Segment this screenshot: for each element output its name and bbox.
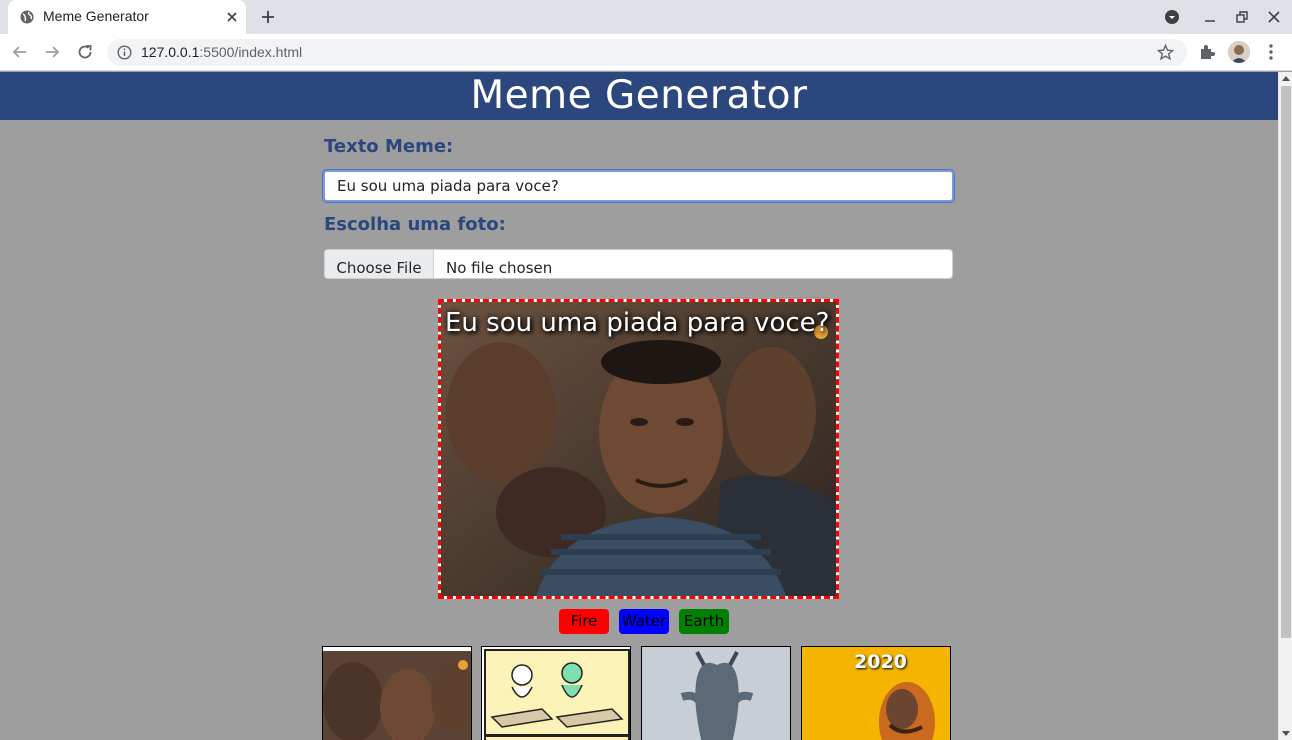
- reload-icon[interactable]: [76, 43, 94, 61]
- thumbnail-image-2: [482, 647, 630, 740]
- meme-photo: [441, 302, 836, 596]
- page-title: Meme Generator: [470, 73, 808, 118]
- meme-thumbnail-2[interactable]: [481, 646, 631, 740]
- extensions-puzzle-icon[interactable]: [1198, 43, 1216, 61]
- address-bar[interactable]: 127.0.0.1:5500/index.html: [107, 39, 1187, 66]
- photo-label: Escolha uma foto:: [324, 214, 506, 235]
- tab-search-icon[interactable]: [1164, 9, 1180, 25]
- meme-container: Eu sou uma piada para voce?: [438, 299, 839, 599]
- url-host: 127.0.0.1: [141, 44, 200, 60]
- scroll-down-arrow-icon[interactable]: [1282, 731, 1290, 736]
- meme-image: Eu sou uma piada para voce?: [441, 302, 836, 596]
- kebab-menu-icon[interactable]: [1264, 43, 1278, 61]
- back-arrow-icon[interactable]: [11, 43, 29, 61]
- browser-tab-bar: Meme Generator: [0, 0, 1292, 34]
- forward-arrow-icon[interactable]: [43, 43, 61, 61]
- window-close-icon[interactable]: [1266, 9, 1282, 25]
- meme-text-input[interactable]: [322, 169, 955, 203]
- page-header: Meme Generator: [0, 72, 1278, 120]
- info-icon[interactable]: [117, 45, 132, 60]
- file-status: No file chosen: [446, 259, 553, 277]
- url-path: :5500/index.html: [199, 44, 303, 60]
- url-text: 127.0.0.1:5500/index.html: [141, 44, 302, 60]
- new-tab-icon[interactable]: [260, 9, 276, 25]
- globe-icon: [20, 10, 34, 24]
- meme-thumbnail-4[interactable]: 2020: [801, 646, 951, 740]
- scroll-up-arrow-icon[interactable]: [1282, 76, 1290, 81]
- meme-text-label: Texto Meme:: [324, 136, 454, 157]
- thumbnail-image-1: [323, 647, 471, 740]
- vertical-scrollbar[interactable]: [1278, 72, 1292, 740]
- restore-icon[interactable]: [1234, 9, 1250, 25]
- choose-file-button[interactable]: Choose File: [325, 250, 434, 278]
- meme-thumbnail-3[interactable]: [641, 646, 791, 740]
- water-button[interactable]: Water: [619, 609, 669, 634]
- browser-tab[interactable]: Meme Generator: [8, 0, 246, 34]
- meme-caption: Eu sou uma piada para voce?: [445, 308, 830, 338]
- close-icon[interactable]: [224, 9, 240, 25]
- profile-avatar[interactable]: [1228, 41, 1250, 63]
- bookmark-star-icon[interactable]: [1157, 44, 1174, 61]
- meme-thumbnail-1[interactable]: [322, 646, 472, 740]
- earth-button[interactable]: Earth: [679, 609, 729, 634]
- thumbnail-caption-2020: 2020: [854, 651, 907, 673]
- profile-person-icon: [1228, 41, 1250, 63]
- thumbnail-image-3: [642, 647, 790, 740]
- page-viewport: Meme Generator Texto Meme: Escolha uma f…: [0, 72, 1278, 740]
- tab-title: Meme Generator: [43, 8, 149, 24]
- browser-toolbar: 127.0.0.1:5500/index.html: [0, 34, 1292, 71]
- file-input[interactable]: Choose File No file chosen: [324, 249, 953, 279]
- minimize-icon[interactable]: [1202, 9, 1218, 25]
- fire-button[interactable]: Fire: [559, 609, 609, 634]
- scroll-thumb[interactable]: [1281, 86, 1291, 638]
